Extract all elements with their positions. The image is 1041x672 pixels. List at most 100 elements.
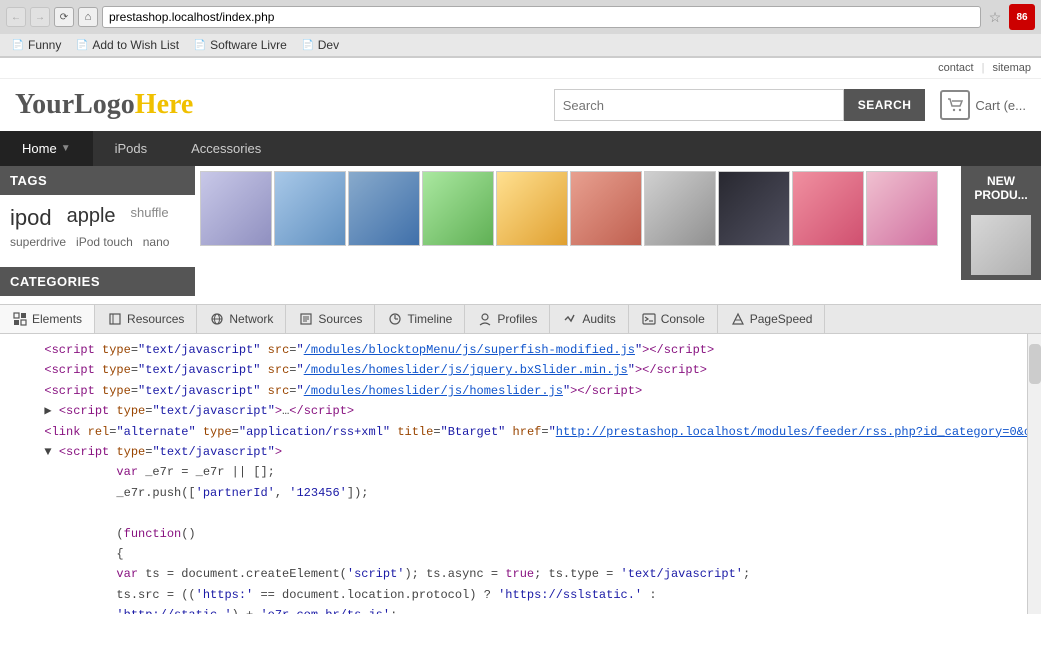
tags-small-row: superdrive iPod touch nano: [10, 235, 185, 249]
code-line: _e7r.push(['partnerId', '123456']);: [0, 483, 1027, 503]
product-slider[interactable]: [195, 166, 961, 256]
nav-ipods-label: iPods: [115, 141, 148, 156]
bookmark-software-icon: 📄: [193, 38, 207, 52]
sidebar: TAGS ipod apple shuffle superdrive iPod …: [0, 166, 195, 304]
cart-area[interactable]: Cart (e...: [940, 90, 1026, 120]
scrollbar-thumb[interactable]: [1029, 344, 1041, 384]
address-text: prestashop.localhost/index.php: [109, 10, 274, 24]
top-bar-separator: |: [982, 62, 985, 74]
code-line: ▶ <script type="text/javascript">…</scri…: [0, 401, 1027, 421]
code-line: (function(): [0, 524, 1027, 544]
tag-shuffle[interactable]: shuffle: [131, 205, 169, 231]
slide-2: [274, 171, 346, 246]
code-line: <script type="text/javascript" src="/mod…: [0, 340, 1027, 360]
tab-network-label: Network: [229, 312, 273, 326]
code-line: var ts = document.createElement('script'…: [0, 564, 1027, 584]
nav-item-home[interactable]: Home ▼: [0, 131, 93, 166]
search-input[interactable]: [554, 89, 844, 121]
tags-title: TAGS: [0, 166, 195, 195]
header-right: SEARCH Cart (e...: [554, 89, 1026, 121]
slider-images: [195, 166, 961, 251]
code-panel[interactable]: <script type="text/javascript" src="/mod…: [0, 334, 1027, 614]
tab-pagespeed-label: PageSpeed: [750, 312, 813, 326]
code-line: 'http://static.') + 'e7r.com.br/ts.js';: [0, 605, 1027, 614]
slide-10: [866, 171, 938, 246]
code-line: [0, 503, 1027, 523]
audits-icon: [562, 311, 578, 327]
timeline-icon: [387, 311, 403, 327]
sitemap-link[interactable]: sitemap: [992, 62, 1031, 74]
nav-home-arrow: ▼: [61, 143, 71, 154]
code-line: <script type="text/javascript" src="/mod…: [0, 360, 1027, 380]
slide-7: [644, 171, 716, 246]
nav-item-accessories[interactable]: Accessories: [169, 131, 283, 166]
main-area: NEW PRODU...: [195, 166, 1041, 304]
tag-nano[interactable]: nano: [143, 235, 170, 249]
bookmark-dev-label: Dev: [318, 38, 339, 52]
website-content: contact | sitemap YourLogoHere SEARCH: [0, 58, 1041, 304]
tab-network[interactable]: Network: [197, 305, 286, 333]
slide-9: [792, 171, 864, 246]
tab-profiles-label: Profiles: [497, 312, 537, 326]
tab-console[interactable]: Console: [629, 305, 718, 333]
tab-sources[interactable]: Sources: [286, 305, 375, 333]
logo-part2: Here: [135, 89, 194, 120]
refresh-button[interactable]: ⟳: [54, 7, 74, 27]
tags-section: TAGS ipod apple shuffle superdrive iPod …: [0, 166, 195, 259]
bookmark-funny-label: Funny: [28, 38, 61, 52]
code-line: {: [0, 544, 1027, 564]
tab-elements[interactable]: Elements: [0, 305, 95, 334]
forward-button[interactable]: →: [30, 7, 50, 27]
tab-resources-label: Resources: [127, 312, 184, 326]
products-row: NEW PRODU...: [195, 166, 1041, 280]
bookmarks-bar: 📄 Funny 📄 Add to Wish List 📄 Software Li…: [0, 34, 1041, 57]
bookmark-funny[interactable]: 📄 Funny: [6, 36, 66, 54]
extension-button[interactable]: 86: [1009, 4, 1035, 30]
bookmark-star[interactable]: ☆: [985, 7, 1005, 27]
address-bar[interactable]: prestashop.localhost/index.php: [102, 6, 981, 28]
contact-link[interactable]: contact: [938, 62, 973, 74]
slide-4: [422, 171, 494, 246]
new-product-image: [971, 215, 1031, 275]
cart-text: Cart (e...: [975, 98, 1026, 113]
bookmark-software-label: Software Livre: [210, 38, 287, 52]
tag-ipod[interactable]: ipod: [10, 205, 52, 231]
bookmark-wishlist-icon: 📄: [75, 38, 89, 52]
slide-6: [570, 171, 642, 246]
bookmark-wishlist[interactable]: 📄 Add to Wish List: [70, 36, 184, 54]
nav-item-ipods[interactable]: iPods: [93, 131, 170, 166]
search-bar: SEARCH: [554, 89, 926, 121]
content-area: TAGS ipod apple shuffle superdrive iPod …: [0, 166, 1041, 304]
tab-elements-label: Elements: [32, 312, 82, 326]
top-bar: contact | sitemap: [0, 58, 1041, 79]
tags-main-row: ipod apple shuffle: [10, 205, 185, 231]
code-line: <script type="text/javascript" src="/mod…: [0, 381, 1027, 401]
tab-timeline-label: Timeline: [407, 312, 452, 326]
tab-pagespeed[interactable]: PageSpeed: [718, 305, 826, 333]
tag-apple[interactable]: apple: [67, 205, 116, 231]
code-line: ▼ <script type="text/javascript">: [0, 442, 1027, 462]
main-nav: Home ▼ iPods Accessories: [0, 131, 1041, 166]
home-button[interactable]: ⌂: [78, 7, 98, 27]
bookmark-dev[interactable]: 📄 Dev: [296, 36, 344, 54]
nav-accessories-label: Accessories: [191, 141, 261, 156]
tab-timeline[interactable]: Timeline: [375, 305, 465, 333]
categories-title: CATEGORIES: [0, 267, 195, 296]
bookmark-software[interactable]: 📄 Software Livre: [188, 36, 292, 54]
tab-resources[interactable]: Resources: [95, 305, 197, 333]
tag-superdrive[interactable]: superdrive: [10, 235, 66, 249]
tab-profiles[interactable]: Profiles: [465, 305, 550, 333]
cart-icon: [940, 90, 970, 120]
search-button[interactable]: SEARCH: [844, 89, 926, 121]
scrollbar-vertical[interactable]: [1027, 334, 1041, 614]
resources-icon: [107, 311, 123, 327]
tag-ipodtouch[interactable]: iPod touch: [76, 235, 133, 249]
categories-section: CATEGORIES: [0, 267, 195, 296]
tab-audits[interactable]: Audits: [550, 305, 628, 333]
sources-icon: [298, 311, 314, 327]
bookmark-funny-icon: 📄: [11, 38, 25, 52]
back-button[interactable]: ←: [6, 7, 26, 27]
nav-home-label: Home: [22, 141, 57, 156]
tab-sources-label: Sources: [318, 312, 362, 326]
code-line: <link rel="alternate" type="application/…: [0, 422, 1027, 442]
